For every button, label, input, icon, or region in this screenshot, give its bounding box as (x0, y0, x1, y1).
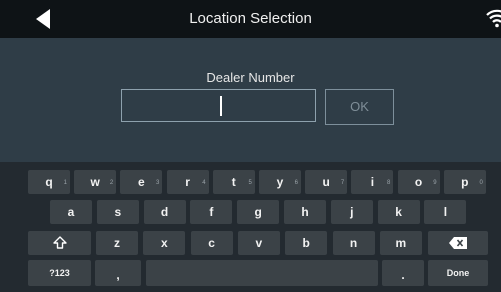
key-d[interactable]: d (143, 200, 186, 224)
key-t[interactable]: t5 (212, 170, 255, 194)
key-number-hint: 6 (294, 180, 298, 186)
key-label: y (276, 175, 284, 189)
shift-icon (52, 236, 67, 249)
key-number-hint: 2 (109, 180, 114, 186)
page-title: Location Selection (189, 10, 312, 27)
key-label: r (185, 175, 190, 189)
key-number-hint: 4 (202, 180, 206, 186)
text-cursor (220, 96, 222, 116)
key-o[interactable]: o9 (397, 170, 440, 194)
key-b[interactable]: b (285, 231, 328, 255)
key-label: i (370, 175, 375, 189)
key-w[interactable]: w2 (74, 170, 117, 194)
key-label: q (45, 175, 53, 189)
key-label: t (231, 175, 236, 189)
key-number-hint: 8 (387, 180, 391, 186)
dealer-number-form: Dealer Number OK (0, 38, 501, 162)
key-m[interactable]: m (379, 231, 422, 255)
key-c[interactable]: c (190, 231, 233, 255)
key-v[interactable]: v (237, 231, 280, 255)
key-i[interactable]: i8 (351, 170, 394, 194)
key-y[interactable]: y6 (259, 170, 301, 194)
key-number-hint: 5 (248, 180, 252, 186)
top-bar: Location Selection (0, 0, 501, 38)
backspace-key[interactable] (428, 231, 488, 255)
key-label: o (414, 175, 423, 189)
space-key[interactable] (146, 260, 378, 286)
key-k[interactable]: k (377, 200, 420, 224)
location-selection-screen: Location Selection Dealer Number OK q1w2… (0, 0, 501, 292)
key-label: w (90, 175, 100, 189)
on-screen-keyboard: q1w2e3r4t5y6u7i8o9p0 asdfghjkl zxcvbnm ?… (0, 162, 501, 292)
key-a[interactable]: a (50, 200, 92, 224)
dealer-number-input[interactable] (121, 89, 316, 122)
key-s[interactable]: s (96, 200, 139, 224)
key-f[interactable]: f (190, 200, 233, 224)
key-label: e (138, 175, 145, 189)
key-number-hint: 7 (340, 180, 345, 186)
key-h[interactable]: h (284, 200, 326, 224)
symbols-key[interactable]: ?123 (28, 260, 91, 286)
shift-key[interactable] (28, 231, 91, 255)
key-z[interactable]: z (96, 231, 138, 255)
key-label: p (461, 175, 469, 189)
wifi-icon (485, 6, 501, 30)
dealer-number-label: Dealer Number (206, 70, 295, 85)
key-e[interactable]: e3 (120, 170, 163, 194)
ok-button[interactable]: OK (325, 89, 394, 125)
key-r[interactable]: r4 (166, 170, 209, 194)
key-number-hint: 9 (433, 180, 437, 186)
key-number-hint: 1 (63, 180, 67, 186)
backspace-icon (449, 237, 467, 249)
comma-key[interactable]: , (95, 260, 141, 286)
key-x[interactable]: x (143, 231, 186, 255)
key-q[interactable]: q1 (28, 170, 70, 194)
key-u[interactable]: u7 (305, 170, 348, 194)
key-n[interactable]: n (332, 231, 375, 255)
done-key[interactable]: Done (428, 260, 488, 286)
key-label: u (322, 175, 330, 189)
key-j[interactable]: j (330, 200, 373, 224)
key-p[interactable]: p0 (443, 170, 486, 194)
period-key[interactable]: . (382, 260, 424, 286)
key-g[interactable]: g (237, 200, 280, 224)
key-l[interactable]: l (424, 200, 467, 224)
key-number-hint: 0 (479, 180, 483, 186)
key-number-hint: 3 (156, 180, 160, 186)
